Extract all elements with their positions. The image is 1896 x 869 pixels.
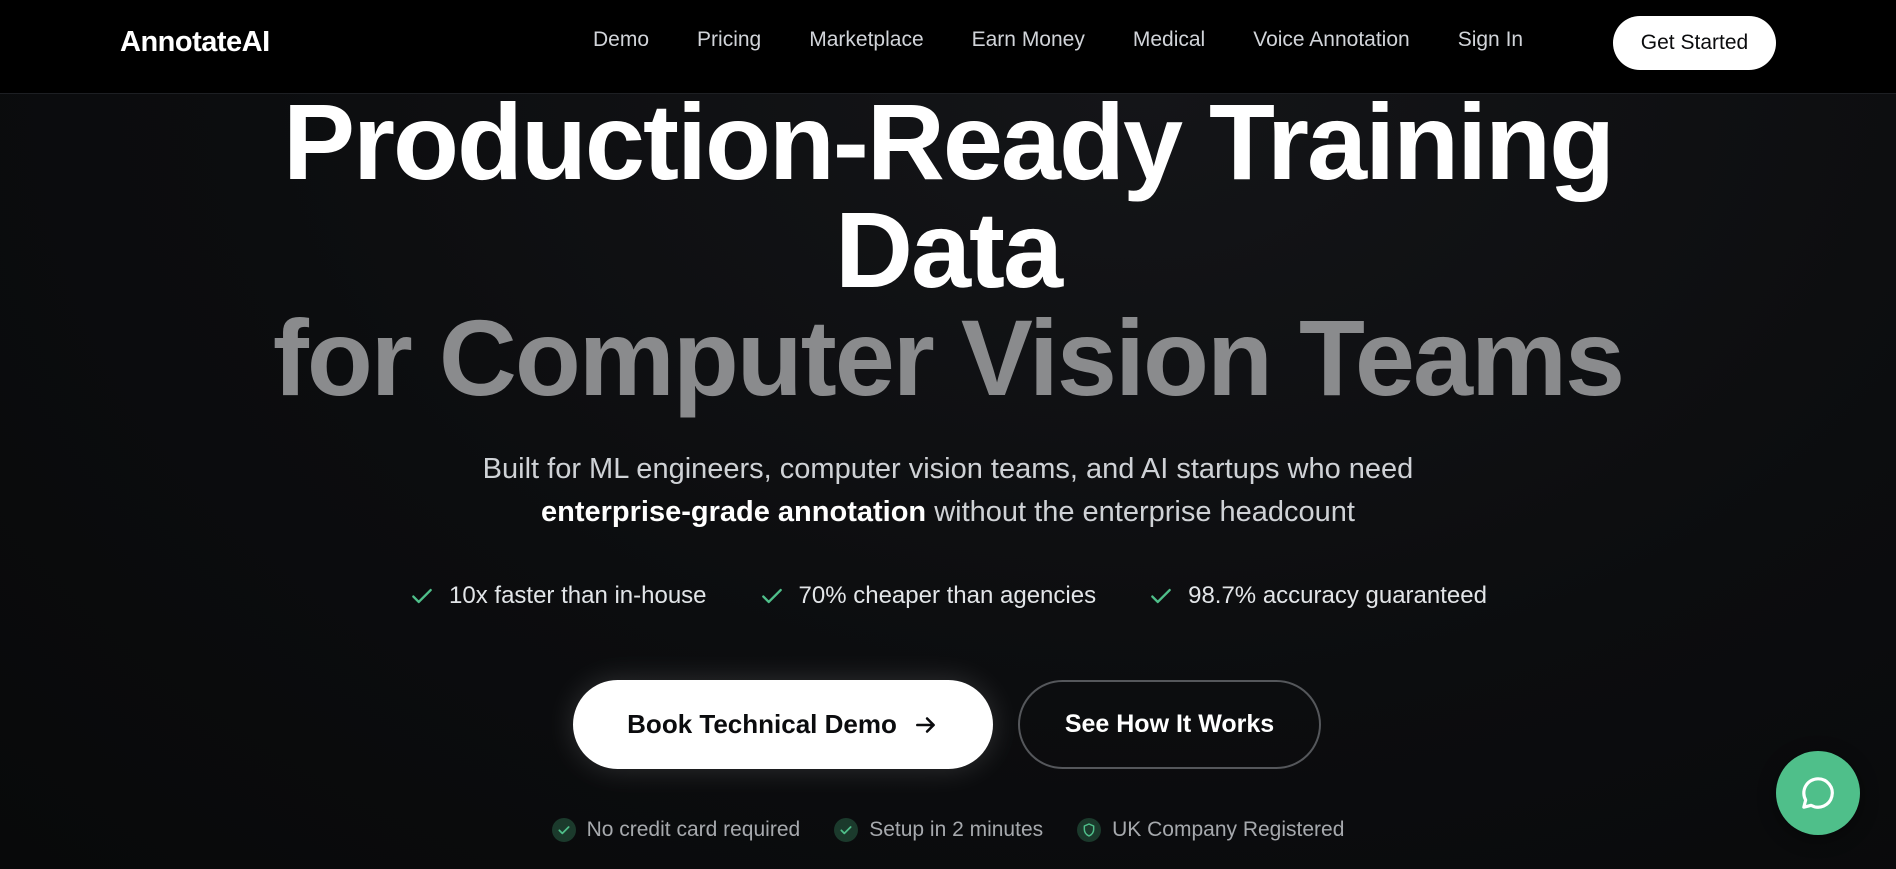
feature-list: 10x faster than in-house 70% cheaper tha… <box>0 582 1896 610</box>
chat-bubble-icon <box>1802 777 1834 809</box>
nav-link-demo[interactable]: Demo <box>593 28 649 52</box>
trust-item: UK Company Registered <box>1077 818 1344 842</box>
arrow-right-icon <box>915 716 935 733</box>
check-icon <box>761 588 782 604</box>
feature-label: 10x faster than in-house <box>449 582 707 609</box>
top-navbar: AnnotateAI Demo Pricing Marketplace Earn… <box>0 0 1896 94</box>
feature-label: 70% cheaper than agencies <box>798 582 1097 609</box>
nav-links: Demo Pricing Marketplace Earn Money Medi… <box>593 28 1571 52</box>
chat-widget-button[interactable] <box>1776 751 1860 835</box>
subtitle-part2: without the enterprise headcount <box>926 496 1355 528</box>
get-started-button[interactable]: Get Started <box>1613 16 1776 70</box>
nav-link-pricing[interactable]: Pricing <box>697 28 761 52</box>
hero-title-line2: Data <box>834 189 1063 310</box>
nav-link-marketplace[interactable]: Marketplace <box>809 28 923 52</box>
hero-title-line1: Production-Ready Training <box>282 81 1615 202</box>
feature-item: 70% cheaper than agencies <box>759 582 1097 610</box>
feature-item: 10x faster than in-house <box>409 582 707 610</box>
check-icon <box>412 588 432 604</box>
trust-item: No credit card required <box>551 818 801 842</box>
landing-page: AnnotateAI Demo Pricing Marketplace Earn… <box>0 0 1896 869</box>
book-technical-demo-button[interactable]: Book Technical Demo <box>573 680 993 769</box>
trust-label: Setup in 2 minutes <box>869 818 1044 841</box>
subtitle-bold: enterprise-grade annotation <box>541 496 927 528</box>
feature-item: 98.7% accuracy guaranteed <box>1148 582 1487 610</box>
see-how-it-works-button[interactable]: See How It Works <box>1018 680 1321 769</box>
brand-logo[interactable]: AnnotateAI <box>120 26 270 59</box>
trust-list: No credit card required Setup in 2 minut… <box>0 818 1896 842</box>
shield-icon <box>1077 818 1102 842</box>
trust-label: No credit card required <box>586 818 801 841</box>
trust-item: Setup in 2 minutes <box>834 818 1043 842</box>
feature-label: 98.7% accuracy guaranteed <box>1188 582 1487 609</box>
hero-subtitle: Built for ML engineers, computer vision … <box>0 448 1896 534</box>
check-circle-icon <box>834 818 859 842</box>
nav-link-medical[interactable]: Medical <box>1133 28 1205 52</box>
check-circle-icon <box>551 818 576 842</box>
nav-link-voice-annotation[interactable]: Voice Annotation <box>1253 28 1409 52</box>
subtitle-part1: Built for ML engineers, computer vision … <box>482 453 1414 485</box>
book-demo-label: Book Technical Demo <box>627 709 897 739</box>
hero-title: Production-Ready Training Data for Compu… <box>0 88 1896 412</box>
nav-link-sign-in[interactable]: Sign In <box>1458 28 1523 52</box>
hero-title-line3: for Computer Vision Teams <box>272 297 1625 418</box>
trust-label: UK Company Registered <box>1112 818 1345 841</box>
nav-link-earn-money[interactable]: Earn Money <box>972 28 1085 52</box>
check-icon <box>1151 588 1171 604</box>
